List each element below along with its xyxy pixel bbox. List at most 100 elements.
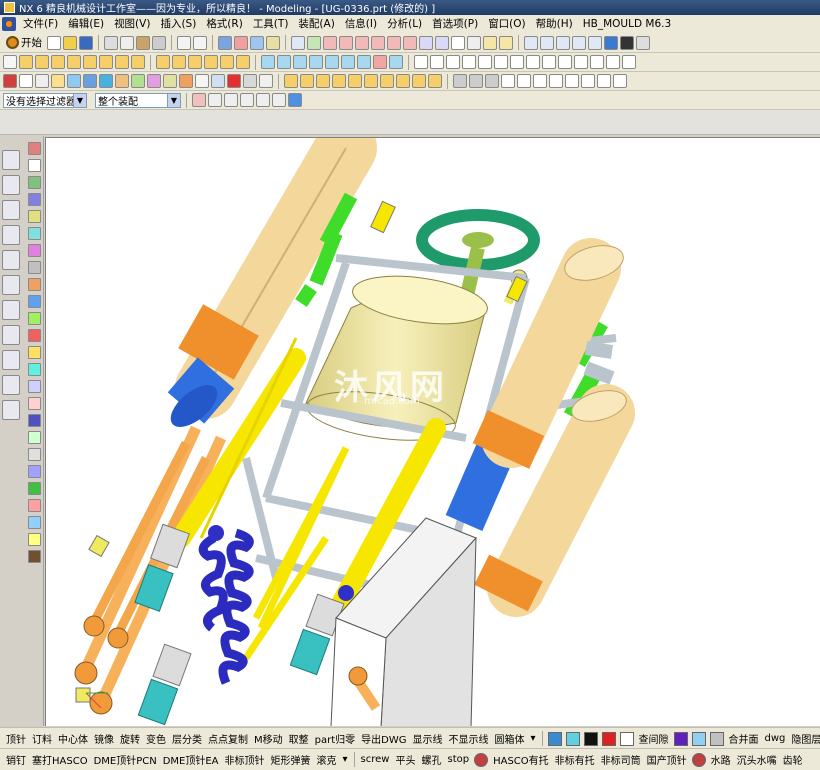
pad-icon[interactable] xyxy=(99,55,113,69)
split-icon[interactable] xyxy=(293,55,307,69)
tool-icon[interactable] xyxy=(27,414,41,427)
tool-icon[interactable] xyxy=(27,499,41,512)
pan-icon[interactable] xyxy=(499,35,513,50)
tool-dme-ea[interactable]: DME顶针EA xyxy=(160,752,222,767)
assembly-select-icon[interactable] xyxy=(288,93,302,107)
chevron-down-icon[interactable]: ▼ xyxy=(73,93,86,107)
tool-icon[interactable] xyxy=(27,346,41,359)
tool-move[interactable]: M移动 xyxy=(251,731,286,746)
thicken-icon[interactable] xyxy=(325,55,339,69)
wave-icon[interactable] xyxy=(412,74,426,88)
component-icon[interactable] xyxy=(284,74,298,88)
tool-dwg[interactable]: dwg xyxy=(762,733,789,744)
tool-gear[interactable]: 齿轮 xyxy=(780,752,806,767)
measure-angle-icon[interactable] xyxy=(469,74,483,88)
menu-information[interactable]: 信息(I) xyxy=(340,16,382,32)
undo-icon[interactable] xyxy=(177,35,191,50)
window-select-icon[interactable] xyxy=(272,93,286,107)
zoom-window-icon[interactable] xyxy=(540,35,554,50)
tool-gram[interactable]: 滚克 xyxy=(314,752,340,767)
tool-dme-pcn[interactable]: DME顶针PCN xyxy=(91,752,160,767)
spline-icon[interactable] xyxy=(494,55,508,69)
tool-center-body[interactable]: 中心体 xyxy=(55,731,91,746)
point-icon[interactable] xyxy=(323,35,337,50)
offset-icon[interactable] xyxy=(261,55,275,69)
type-filter-select[interactable]: 没有选择过滤器 ▼ xyxy=(3,92,87,108)
menu-hb-mould[interactable]: HB_MOULD M6.3 xyxy=(578,16,676,32)
fillet-curve-icon[interactable] xyxy=(542,55,556,69)
tool-icon[interactable] xyxy=(27,142,41,155)
pocket-icon[interactable] xyxy=(83,55,97,69)
drawing-icon[interactable] xyxy=(211,74,225,88)
tool-rect-spring[interactable]: 矩形弹簧 xyxy=(268,752,314,767)
tool-show-lines[interactable]: 显示线 xyxy=(410,731,446,746)
tool-icon[interactable] xyxy=(27,244,41,257)
cut-icon[interactable] xyxy=(104,35,118,50)
start-button[interactable]: 开始 xyxy=(3,35,45,50)
view-icon[interactable] xyxy=(588,35,602,50)
snap-point-icon[interactable] xyxy=(192,93,206,107)
tool-rotate[interactable]: 旋转 xyxy=(117,731,143,746)
tool-round-box[interactable]: 圆箱体 xyxy=(492,731,528,746)
reposition-icon[interactable] xyxy=(364,74,378,88)
arc-icon[interactable] xyxy=(430,55,444,69)
dimension-icon[interactable] xyxy=(565,74,579,88)
menu-file[interactable]: 文件(F) xyxy=(18,16,63,32)
tool-hasco-screw[interactable]: 塞打HASCO xyxy=(29,752,91,767)
unite-icon[interactable] xyxy=(115,55,129,69)
arrow-icon[interactable] xyxy=(208,93,222,107)
lifter-icon[interactable] xyxy=(131,74,145,88)
sketch-arc-icon[interactable] xyxy=(517,74,531,88)
tool-icon[interactable] xyxy=(27,397,41,410)
system-scenes-icon[interactable] xyxy=(2,400,20,420)
wrap-icon[interactable] xyxy=(622,55,636,69)
black-icon[interactable] xyxy=(583,731,598,746)
tool-change-color[interactable]: 变色 xyxy=(143,731,169,746)
tool-icon[interactable] xyxy=(27,295,41,308)
join-icon[interactable] xyxy=(574,55,588,69)
tool-icon[interactable] xyxy=(27,482,41,495)
copy-icon[interactable] xyxy=(120,35,134,50)
tool-icon[interactable] xyxy=(27,465,41,478)
quadrant-icon[interactable] xyxy=(403,35,417,50)
bridge-icon[interactable] xyxy=(558,55,572,69)
delete-face-icon[interactable] xyxy=(373,55,387,69)
midpoint-icon[interactable] xyxy=(355,35,369,50)
polygon-icon[interactable] xyxy=(478,55,492,69)
measure-body-icon[interactable] xyxy=(485,74,499,88)
rectangle-icon[interactable] xyxy=(462,55,476,69)
constraint-navigator-icon[interactable] xyxy=(2,175,20,195)
line-icon[interactable] xyxy=(414,55,428,69)
new-icon[interactable] xyxy=(47,35,61,50)
menu-edit[interactable]: 编辑(E) xyxy=(63,16,109,32)
clearance-icon[interactable] xyxy=(396,74,410,88)
menu-format[interactable]: 格式(R) xyxy=(201,16,248,32)
reuse-library-icon[interactable] xyxy=(2,225,20,245)
datum-icon[interactable] xyxy=(581,74,595,88)
mirror-icon[interactable] xyxy=(236,55,250,69)
purple-icon[interactable] xyxy=(673,731,688,746)
frame-icon[interactable] xyxy=(35,74,49,88)
menu-tools[interactable]: 工具(T) xyxy=(248,16,294,32)
add-component-icon[interactable] xyxy=(300,74,314,88)
tool-icon[interactable] xyxy=(27,516,41,529)
tool-check-clearance[interactable]: 查间隙 xyxy=(636,731,672,746)
sketch-line-icon[interactable] xyxy=(501,74,515,88)
offset-curve-icon[interactable] xyxy=(526,55,540,69)
select-face-icon[interactable] xyxy=(224,93,238,107)
gray-icon[interactable] xyxy=(709,731,724,746)
tool-icon[interactable] xyxy=(27,227,41,240)
rotate-icon[interactable] xyxy=(483,35,497,50)
tool-icon[interactable] xyxy=(27,448,41,461)
select-body-icon[interactable] xyxy=(256,93,270,107)
tool-waterline[interactable]: 水路 xyxy=(708,752,734,767)
roles-icon[interactable] xyxy=(2,375,20,395)
extrude-icon[interactable] xyxy=(19,55,33,69)
table-icon[interactable] xyxy=(259,74,273,88)
selection-scope-select[interactable]: 整个装配 ▼ xyxy=(95,92,181,108)
tool-order-material[interactable]: 订料 xyxy=(29,731,55,746)
square-icon[interactable] xyxy=(19,74,33,88)
part-navigator-icon[interactable] xyxy=(2,200,20,220)
cooling-icon[interactable] xyxy=(99,74,113,88)
hole-icon[interactable] xyxy=(51,55,65,69)
